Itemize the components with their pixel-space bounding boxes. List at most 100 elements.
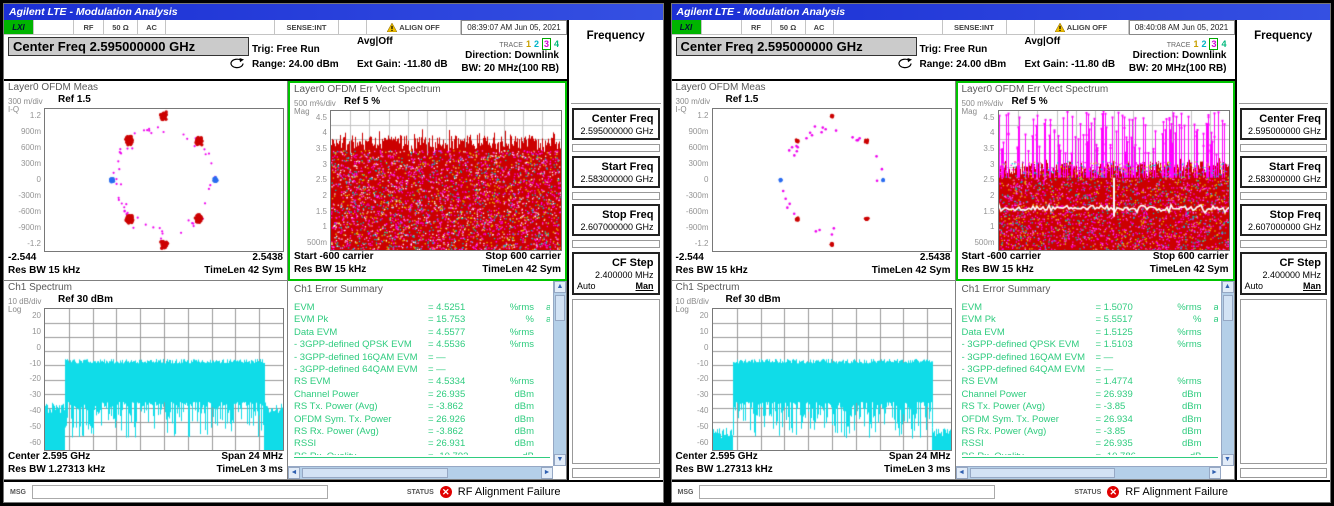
align-off-label: ALIGN OFF bbox=[1067, 23, 1107, 32]
measurement-area: LXI RF 50 Ω AC SENSE:INT ALIGN OFF 08:40… bbox=[672, 20, 1235, 480]
trace-3-indicator[interactable]: 3 bbox=[542, 38, 551, 50]
cf-step-auto-option[interactable]: Auto bbox=[1245, 281, 1264, 291]
summary-row: OFDM Sym. Tx. Power= 26.926dBm bbox=[294, 414, 550, 426]
ref-level: Ref 1.5 bbox=[58, 94, 91, 105]
constellation-canvas bbox=[713, 109, 951, 251]
metric-unit: dB bbox=[492, 451, 534, 455]
metric-label: EVM Pk bbox=[962, 314, 1096, 326]
metric-label: OFDM Sym. Tx. Power bbox=[294, 414, 428, 426]
scroll-up-button[interactable]: ▲ bbox=[554, 281, 566, 293]
cf-step-man-option[interactable]: Man bbox=[636, 281, 654, 291]
scroll-left-button[interactable]: ◄ bbox=[956, 467, 968, 479]
time-len-label: TimeLen 42 Sym bbox=[872, 265, 951, 278]
softkey-center-freq[interactable]: Center Freq 2.595000000 GHz bbox=[572, 108, 660, 140]
scroll-down-button[interactable]: ▼ bbox=[554, 454, 566, 466]
coupling-indicator: AC bbox=[806, 20, 834, 35]
vertical-scrollbar[interactable]: ▲ ▼ bbox=[1221, 281, 1234, 466]
metric-label: - 3GPP-defined 64QAM EVM bbox=[294, 364, 428, 376]
scroll-down-button[interactable]: ▼ bbox=[1222, 454, 1234, 466]
metric-label: RS Rx. Power (Avg) bbox=[962, 426, 1096, 438]
vertical-scroll-thumb[interactable] bbox=[1223, 295, 1233, 321]
y-tick: 500m bbox=[307, 239, 327, 247]
trace-2-indicator[interactable]: 2 bbox=[534, 39, 539, 49]
instrument-status-row: LXI RF 50 Ω AC SENSE:INT ALIGN OFF 08:40… bbox=[672, 20, 1235, 35]
res-bw-label: Res BW 1.27313 kHz bbox=[676, 464, 773, 477]
status-label: STATUS bbox=[1074, 489, 1101, 496]
stop-carrier-label: Stop 600 carrier bbox=[485, 251, 561, 264]
center-freq-readout[interactable]: Center Freq 2.595000000 GHz bbox=[8, 37, 249, 56]
center-freq-readout[interactable]: Center Freq 2.595000000 GHz bbox=[676, 37, 917, 56]
softkey-blank bbox=[572, 468, 660, 478]
metric-label: RS Tx. Power (Avg) bbox=[294, 401, 428, 413]
trace-1-indicator[interactable]: 1 bbox=[526, 39, 531, 49]
softkey-cf-step[interactable]: CF Step 2.400000 MHz Auto Man bbox=[572, 252, 660, 295]
metric-label: Data EVM bbox=[962, 327, 1096, 339]
softkey-value: 2.400000 MHz bbox=[577, 270, 654, 280]
settings-strip: Center Freq 2.595000000 GHz Trig: Free R… bbox=[672, 35, 1235, 79]
cf-step-auto-option[interactable]: Auto bbox=[577, 281, 596, 291]
trace-label: TRACE bbox=[1167, 42, 1191, 49]
status-blank-3 bbox=[339, 20, 367, 35]
trace-2-indicator[interactable]: 2 bbox=[1201, 39, 1206, 49]
align-off-indicator: ALIGN OFF bbox=[367, 20, 461, 35]
softkey-start-freq[interactable]: Start Freq 2.583000000 GHz bbox=[1240, 156, 1328, 188]
y-tick: 10 bbox=[700, 328, 709, 336]
metric-label: RSSI bbox=[294, 438, 428, 450]
softkey-center-freq[interactable]: Center Freq 2.595000000 GHz bbox=[1240, 108, 1328, 140]
softkey-cf-step[interactable]: CF Step 2.400000 MHz Auto Man bbox=[1240, 252, 1328, 295]
softkey-stop-freq[interactable]: Stop Freq 2.607000000 GHz bbox=[572, 204, 660, 236]
trace-4-indicator[interactable]: 4 bbox=[554, 39, 559, 49]
y-tick: 2 bbox=[323, 192, 327, 200]
trace-1-indicator[interactable]: 1 bbox=[1193, 39, 1198, 49]
y-tick: 3.5 bbox=[316, 145, 327, 153]
metric-label: EVM Pk bbox=[294, 314, 428, 326]
y-tick: 600m bbox=[688, 144, 708, 152]
scroll-left-button[interactable]: ◄ bbox=[288, 467, 300, 479]
window-titlebar[interactable]: Agilent LTE - Modulation Analysis bbox=[4, 4, 663, 20]
cf-step-man-option[interactable]: Man bbox=[1303, 281, 1321, 291]
y-tick: -40 bbox=[29, 407, 41, 415]
scroll-right-button[interactable]: ► bbox=[1209, 467, 1221, 479]
metric-value: = — bbox=[428, 364, 492, 376]
vertical-scrollbar[interactable]: ▲ ▼ bbox=[553, 281, 566, 466]
evm-spectrum-window[interactable]: Layer0 OFDM Err Vect Spectrum 500 m%/div… bbox=[956, 81, 1235, 281]
window-titlebar[interactable]: Agilent LTE - Modulation Analysis bbox=[672, 4, 1331, 20]
metric-unit: %rms bbox=[1160, 302, 1202, 314]
summary-row: - 3GPP-defined 16QAM EVM= — bbox=[962, 352, 1218, 364]
softkey-menu: Frequency Center Freq 2.595000000 GHz St… bbox=[567, 20, 663, 480]
error-summary-window[interactable]: Ch1 Error Summary EVM= 4.5251%rmsatEVM P… bbox=[288, 281, 567, 480]
trace-label: TRACE bbox=[499, 42, 523, 49]
evm-spectrum-window[interactable]: Layer0 OFDM Err Vect Spectrum 500 m%/div… bbox=[288, 81, 567, 281]
constellation-window[interactable]: Layer0 OFDM Meas 300 m/div Ref 1.5 I-Q 1… bbox=[4, 81, 288, 281]
vertical-scroll-thumb[interactable] bbox=[555, 295, 565, 321]
softkey-start-freq[interactable]: Start Freq 2.583000000 GHz bbox=[572, 156, 660, 188]
summary-row: - 3GPP-defined QPSK EVM= 4.5536%rms bbox=[294, 339, 550, 351]
metric-unit: %rms bbox=[1160, 376, 1202, 388]
softkey-label: Center Freq bbox=[1245, 113, 1322, 125]
horizontal-scroll-thumb[interactable] bbox=[302, 468, 448, 478]
metric-unit: dBm bbox=[1160, 426, 1202, 438]
ch1-spectrum-window[interactable]: Ch1 Spectrum 10 dB/div Ref 30 dBm Log 20… bbox=[672, 281, 956, 480]
status-blank-1 bbox=[702, 20, 742, 35]
horizontal-scroll-thumb[interactable] bbox=[970, 468, 1116, 478]
horizontal-scrollbar[interactable]: ◄ ► bbox=[288, 466, 553, 479]
y-axis-ticks: 20100-10-20-30-40-50-60 bbox=[674, 308, 712, 451]
ch1-spectrum-window[interactable]: Ch1 Spectrum 10 dB/div Ref 30 dBm Log 20… bbox=[4, 281, 288, 480]
y-tick: 600m bbox=[21, 144, 41, 152]
softkey-blank bbox=[1240, 240, 1328, 248]
softkey-stop-freq[interactable]: Stop Freq 2.607000000 GHz bbox=[1240, 204, 1328, 236]
trace-3-indicator[interactable]: 3 bbox=[1209, 38, 1218, 50]
trace-4-indicator[interactable]: 4 bbox=[1221, 39, 1226, 49]
y-tick: -40 bbox=[697, 407, 709, 415]
softkey-label: Start Freq bbox=[577, 161, 654, 173]
error-summary-window[interactable]: Ch1 Error Summary EVM= 1.5070%rmsatEVM P… bbox=[956, 281, 1235, 480]
horizontal-scrollbar[interactable]: ◄ ► bbox=[956, 466, 1221, 479]
continuous-sweep-icon bbox=[897, 58, 914, 69]
y-tick: 3 bbox=[990, 161, 994, 169]
scroll-up-button[interactable]: ▲ bbox=[1222, 281, 1234, 293]
constellation-window[interactable]: Layer0 OFDM Meas 300 m/div Ref 1.5 I-Q 1… bbox=[672, 81, 956, 281]
metric-unit: %rms bbox=[492, 302, 534, 314]
ref-level: Ref 30 dBm bbox=[726, 294, 781, 305]
scroll-right-button[interactable]: ► bbox=[541, 467, 553, 479]
evm-spectrum-canvas bbox=[331, 111, 561, 250]
